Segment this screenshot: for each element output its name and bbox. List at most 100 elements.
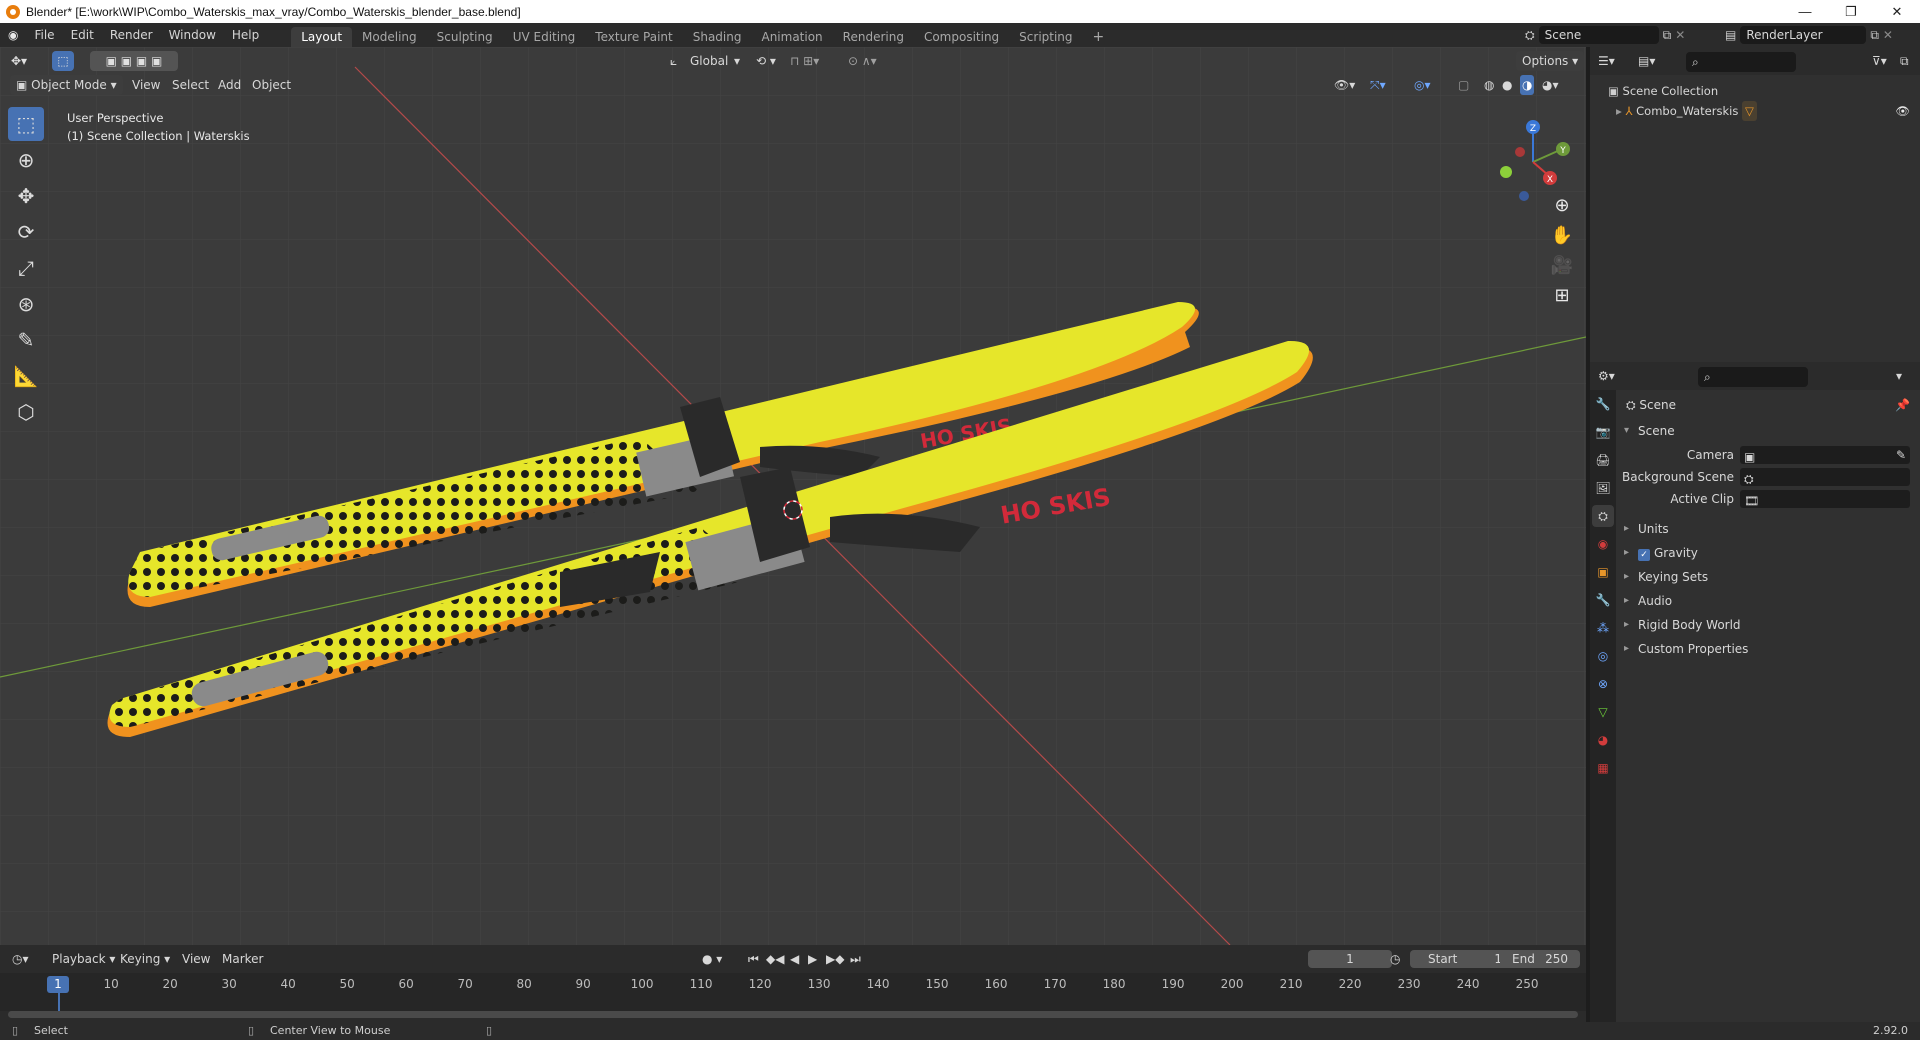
gizmo-toggle-icon[interactable]: ⤧▾: [1370, 75, 1386, 95]
properties-options-icon[interactable]: ▾: [1896, 366, 1902, 386]
record-keyframes-icon[interactable]: ● ▾: [702, 949, 722, 969]
play-reverse-icon[interactable]: ◀: [790, 949, 799, 969]
overlays-toggle-icon[interactable]: ◎▾: [1414, 75, 1431, 95]
new-scene-icon[interactable]: ⧉: [1663, 28, 1672, 43]
timeline-menu-keying[interactable]: Keying ▾: [120, 949, 170, 969]
current-frame-field[interactable]: 1: [1308, 950, 1392, 968]
pivot-point-icon[interactable]: ⟲ ▾: [756, 51, 776, 71]
restore-button[interactable]: ❐: [1828, 0, 1874, 23]
blender-menu-icon[interactable]: ◉: [0, 23, 26, 47]
tab-scripting[interactable]: Scripting: [1009, 27, 1082, 47]
tab-animation[interactable]: Animation: [751, 27, 832, 47]
transform-orientation-select[interactable]: Global: [690, 51, 728, 71]
texture-props-icon[interactable]: ▦: [1592, 757, 1614, 779]
use-preview-range-icon[interactable]: ◷: [1390, 949, 1400, 969]
xray-toggle-icon[interactable]: ▢: [1458, 75, 1469, 95]
object-props-icon[interactable]: ▣: [1592, 561, 1614, 583]
rotate-tool[interactable]: ⟳: [8, 215, 44, 249]
shading-solid-icon[interactable]: ●: [1502, 75, 1512, 95]
timeline-menu-view[interactable]: View: [182, 949, 210, 969]
menu-help[interactable]: Help: [224, 23, 267, 47]
panel-gravity[interactable]: ✓ Gravity: [1616, 542, 1920, 564]
background-scene-field[interactable]: ⛭: [1740, 468, 1910, 486]
new-view-layer-icon[interactable]: ⧉: [1870, 28, 1879, 43]
menu-edit[interactable]: Edit: [63, 23, 102, 47]
panel-keying-sets[interactable]: Keying Sets: [1616, 566, 1920, 588]
shading-material-icon[interactable]: ◑: [1520, 75, 1535, 95]
remove-view-layer-icon[interactable]: ✕: [1883, 28, 1893, 42]
menu-file[interactable]: File: [26, 23, 62, 47]
properties-editor[interactable]: ⚙▾ ⌕ ▾ 🔧 📷 🖨 🖼 ⛭ ◉ ▣ 🔧 ⁂ ◎ ⊗ ▽ ◕ ▦ ⛭ Sce…: [1590, 362, 1920, 1022]
constraints-props-icon[interactable]: ⊗: [1592, 673, 1614, 695]
add-cube-tool[interactable]: ⬡: [8, 395, 44, 429]
select-mode-new-icon[interactable]: ▣ ▣ ▣ ▣: [90, 51, 178, 71]
viewport-scene[interactable]: HO SKIS HO SKIS: [0, 47, 1586, 945]
panel-units[interactable]: Units: [1616, 518, 1920, 540]
remove-scene-icon[interactable]: ✕: [1675, 28, 1685, 42]
add-workspace-button[interactable]: +: [1083, 27, 1115, 47]
material-props-icon[interactable]: ◕: [1592, 729, 1614, 751]
select-box-tool-icon[interactable]: ⬚: [52, 51, 74, 71]
shading-rendered-icon[interactable]: ◕▾: [1542, 75, 1559, 95]
world-props-icon[interactable]: ◉: [1592, 533, 1614, 555]
timeline-menu-marker[interactable]: Marker: [222, 949, 263, 969]
annotate-tool[interactable]: ✎: [8, 323, 44, 357]
end-frame-field[interactable]: End 250: [1500, 950, 1580, 968]
outliner-row-scene-collection[interactable]: ▣ Scene Collection: [1608, 81, 1718, 101]
physics-props-icon[interactable]: ◎: [1592, 645, 1614, 667]
panel-audio[interactable]: Audio: [1616, 590, 1920, 612]
current-frame-marker[interactable]: 1: [47, 976, 69, 993]
mode-select[interactable]: ▣ Object Mode ▾: [10, 75, 123, 95]
render-props-icon[interactable]: 📷: [1592, 421, 1614, 443]
tab-texture-paint[interactable]: Texture Paint: [585, 27, 682, 47]
outliner-search-input[interactable]: ⌕: [1686, 52, 1796, 72]
camera-view-icon[interactable]: 🎥: [1547, 250, 1577, 280]
timeline-scrollbar[interactable]: [8, 1011, 1578, 1018]
properties-search-input[interactable]: ⌕: [1698, 367, 1808, 387]
output-props-icon[interactable]: 🖨: [1592, 449, 1614, 471]
outliner-filter-icon[interactable]: ⊽▾: [1872, 51, 1887, 71]
visibility-icon[interactable]: 👁▾: [1334, 75, 1355, 95]
outliner-row-combo-waterskis[interactable]: ▸ ⅄ Combo_Waterskis ▽ 👁: [1616, 101, 1916, 121]
outliner-editor[interactable]: ☰▾ ▤▾ ⌕ ⊽▾ ⧉ ▣ Scene Collection ▸ ⅄ Comb…: [1590, 47, 1920, 362]
particles-props-icon[interactable]: ⁂: [1592, 617, 1614, 639]
tab-layout[interactable]: Layout: [291, 27, 353, 47]
editor-type-icon[interactable]: ✥▾: [8, 51, 30, 71]
panel-custom-properties[interactable]: Custom Properties: [1616, 638, 1920, 660]
play-icon[interactable]: ▶: [808, 949, 817, 969]
viewport-menu-select[interactable]: Select: [172, 75, 209, 95]
outliner-editor-type-icon[interactable]: ☰▾: [1598, 51, 1615, 71]
menu-render[interactable]: Render: [102, 23, 161, 47]
jump-start-icon[interactable]: ⏮: [748, 949, 759, 969]
viewport-menu-view[interactable]: View: [132, 75, 160, 95]
cursor-tool[interactable]: ⊕: [8, 143, 44, 177]
proportional-edit-icon[interactable]: ⊙ ∧▾: [848, 51, 877, 71]
timeline-editor-type-icon[interactable]: ◷▾: [12, 949, 29, 969]
perspective-toggle-icon[interactable]: ⊞: [1547, 280, 1577, 310]
tab-sculpting[interactable]: Sculpting: [427, 27, 503, 47]
visibility-eye-icon[interactable]: 👁: [1895, 101, 1910, 121]
scale-tool[interactable]: ⤢: [8, 251, 44, 285]
pan-view-icon[interactable]: ✋: [1547, 220, 1577, 250]
close-button[interactable]: ✕: [1874, 0, 1920, 23]
tab-rendering[interactable]: Rendering: [833, 27, 914, 47]
move-tool[interactable]: ✥: [8, 179, 44, 213]
active-clip-field[interactable]: 🎞: [1740, 490, 1910, 508]
minimize-button[interactable]: —: [1782, 0, 1828, 23]
menu-window[interactable]: Window: [161, 23, 224, 47]
eyedropper-icon[interactable]: ✎: [1896, 446, 1906, 464]
panel-scene[interactable]: Scene: [1616, 420, 1920, 442]
transform-tool[interactable]: ⊛: [8, 287, 44, 321]
view-layer-props-icon[interactable]: 🖼: [1592, 477, 1614, 499]
tab-shading[interactable]: Shading: [683, 27, 752, 47]
data-props-icon[interactable]: ▽: [1592, 701, 1614, 723]
jump-end-icon[interactable]: ⏭: [850, 949, 861, 969]
camera-field[interactable]: ▣ ✎: [1740, 446, 1910, 464]
gravity-checkbox[interactable]: ✓: [1638, 549, 1650, 561]
scene-props-icon[interactable]: ⛭: [1592, 505, 1614, 527]
options-button[interactable]: Options ▾: [1516, 51, 1585, 71]
display-mode-icon[interactable]: ▤▾: [1638, 51, 1655, 71]
modifier-props-icon[interactable]: 🔧: [1592, 589, 1614, 611]
shading-wireframe-icon[interactable]: ◍: [1484, 75, 1494, 95]
jump-next-keyframe-icon[interactable]: ▶◆: [826, 949, 844, 969]
